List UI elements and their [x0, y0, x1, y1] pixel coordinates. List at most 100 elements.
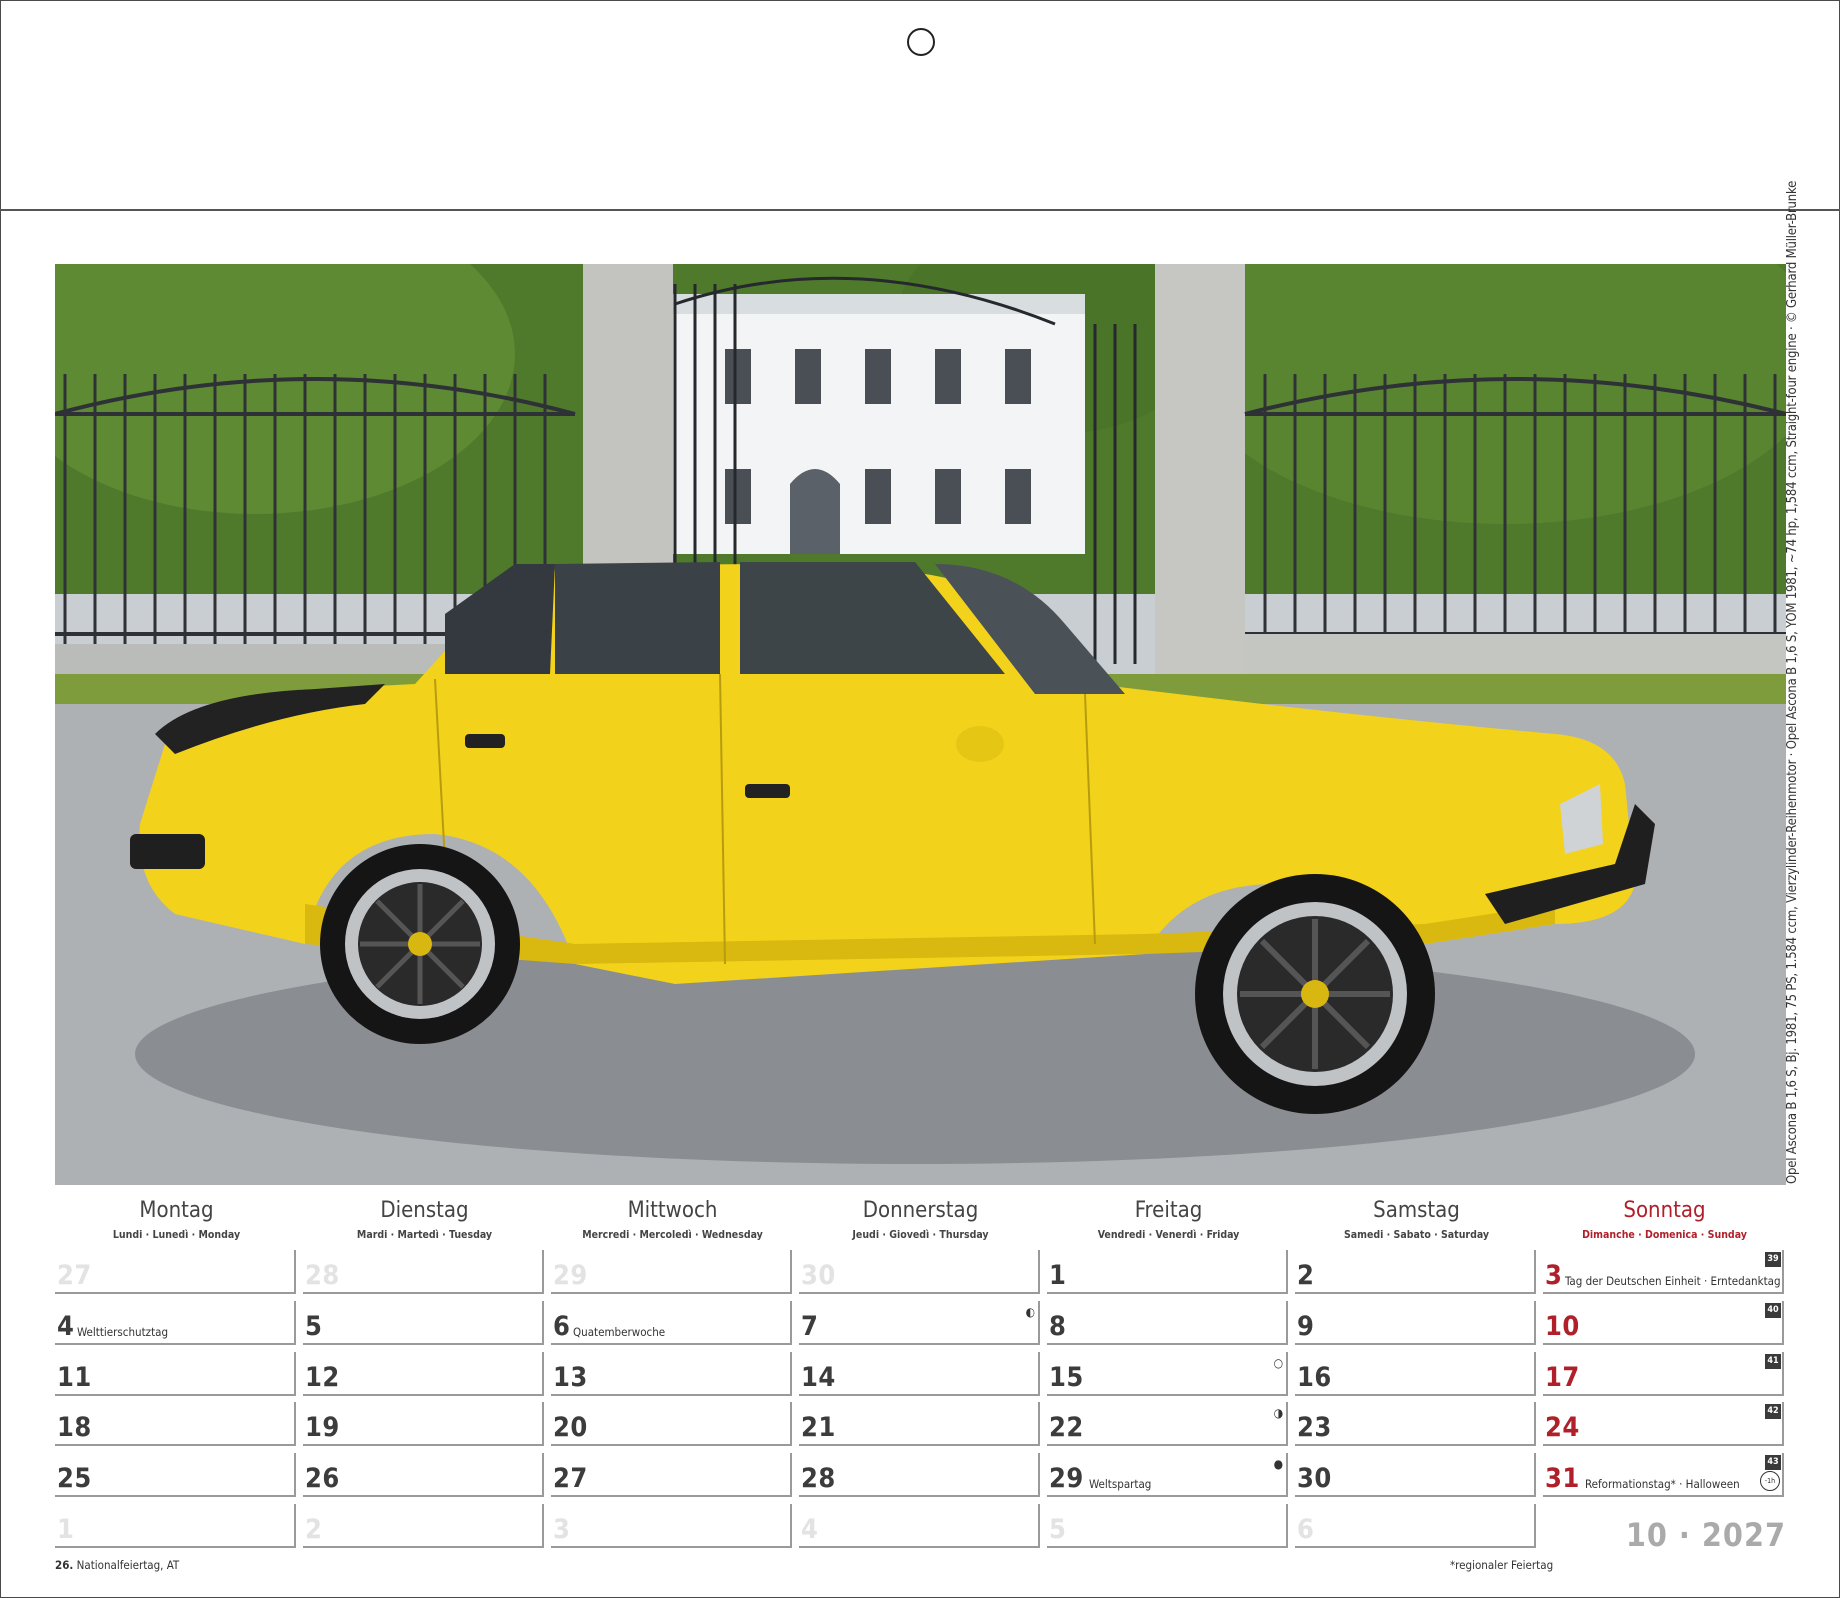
moon-phase-icon: ●	[1273, 1457, 1283, 1471]
day-cell: 1	[55, 1504, 296, 1548]
day-name: Samstag	[1373, 1198, 1460, 1223]
week-number-badge: 42	[1765, 1404, 1781, 1419]
day-name: Freitag	[1134, 1198, 1203, 1223]
day-name-translations: Mardi · Martedì · Tuesday	[356, 1229, 493, 1241]
day-number: 1	[57, 1514, 75, 1545]
day-number: 10	[1545, 1311, 1580, 1342]
dayhead-0: Montag Lundi · Lunedì · Monday	[55, 1190, 298, 1241]
day-name-translations: Dimanche · Domenica · Sunday	[1582, 1229, 1747, 1241]
day-name: Montag	[139, 1198, 214, 1223]
day-cell: 2	[303, 1504, 544, 1548]
day-cell: 17 41	[1543, 1352, 1784, 1396]
dayhead-6: Sonntag Dimanche · Domenica · Sunday	[1543, 1190, 1786, 1241]
day-number: 4	[57, 1311, 75, 1342]
day-number: 6	[1297, 1514, 1315, 1545]
day-number: 23	[1297, 1412, 1332, 1443]
day-cell: 22 ◑	[1047, 1402, 1288, 1446]
day-cell: 21	[799, 1402, 1040, 1446]
day-name: Sonntag	[1623, 1198, 1706, 1223]
day-number: 16	[1297, 1362, 1332, 1393]
day-cell: 15 ○	[1047, 1352, 1288, 1396]
day-cell: 10 40	[1543, 1301, 1784, 1345]
day-number: 8	[1049, 1311, 1067, 1342]
day-number: 26	[305, 1463, 340, 1494]
day-cell: 6 Quatemberwoche	[551, 1301, 792, 1345]
month-year: 10 · 2027	[1625, 1516, 1786, 1554]
day-cell: 28	[799, 1453, 1040, 1497]
day-cell: 3 Tag der Deutschen Einheit · Erntedankta…	[1543, 1250, 1784, 1294]
day-number: 25	[57, 1463, 92, 1494]
day-cell: 11	[55, 1352, 296, 1396]
day-cell: 1	[1047, 1250, 1288, 1294]
clock-change-icon: -1h	[1760, 1471, 1780, 1491]
day-number: 27	[553, 1463, 588, 1494]
day-cell: 5	[1047, 1504, 1288, 1548]
day-number: 9	[1297, 1311, 1315, 1342]
day-number: 5	[1049, 1514, 1067, 1545]
day-cell: 29 Weltspartag ●	[1047, 1453, 1288, 1497]
day-number: 5	[305, 1311, 323, 1342]
day-cell: 30	[1295, 1453, 1536, 1497]
day-number: 20	[553, 1412, 588, 1443]
day-cell: 26	[303, 1453, 544, 1497]
day-number: 14	[801, 1362, 836, 1393]
day-note: Weltspartag	[1089, 1477, 1152, 1491]
dayhead-5: Samstag Samedi · Sabato · Saturday	[1295, 1190, 1538, 1241]
day-cell: 5	[303, 1301, 544, 1345]
day-name: Mittwoch	[627, 1198, 718, 1223]
moon-phase-icon: ◑	[1273, 1406, 1283, 1420]
day-number: 6	[553, 1311, 571, 1342]
day-cell: 14	[799, 1352, 1040, 1396]
day-name-translations: Jeudi · Giovedì · Thursday	[852, 1229, 989, 1241]
day-number: 7	[801, 1311, 819, 1342]
day-number: 4	[801, 1514, 819, 1545]
day-number: 19	[305, 1412, 340, 1443]
day-number: 2	[305, 1514, 323, 1545]
day-cell: 12	[303, 1352, 544, 1396]
week-number-badge: 43	[1765, 1455, 1781, 1470]
day-name: Dienstag	[380, 1198, 469, 1223]
footnote-holiday-text: Nationalfeiertag, AT	[73, 1558, 180, 1572]
day-number: 29	[1049, 1463, 1084, 1494]
day-cell: 18	[55, 1402, 296, 1446]
hanger-hole	[907, 28, 935, 56]
day-name: Donnerstag	[862, 1198, 979, 1223]
day-number: 15	[1049, 1362, 1084, 1393]
moon-phase-icon: ○	[1273, 1356, 1283, 1370]
car-photo	[55, 264, 1786, 1185]
day-cell: 27	[551, 1453, 792, 1497]
day-cell: 8	[1047, 1301, 1288, 1345]
day-cell: 7 ◐	[799, 1301, 1040, 1345]
day-cell: 23	[1295, 1402, 1536, 1446]
day-number: 29	[553, 1260, 588, 1291]
day-number: 17	[1545, 1362, 1580, 1393]
day-name-translations: Mercredi · Mercoledì · Wednesday	[582, 1229, 763, 1241]
day-number: 2	[1297, 1260, 1315, 1291]
day-name-translations: Samedi · Sabato · Saturday	[1343, 1229, 1490, 1241]
day-cell: 27	[55, 1250, 296, 1294]
day-cell: 4	[799, 1504, 1040, 1548]
day-cell: 9	[1295, 1301, 1536, 1345]
photo-credit: Opel Ascona B 1,6 S, Bj. 1981, 75 PS, 1.…	[1785, 180, 1800, 1184]
day-cell: 4 Welttierschutztag	[55, 1301, 296, 1345]
footnote-regional: *regionaler Feiertag	[1450, 1558, 1554, 1572]
week-number-badge: 39	[1765, 1252, 1781, 1267]
day-note: Tag der Deutschen Einheit · Erntedanktag	[1565, 1274, 1781, 1288]
day-cell: 2	[1295, 1250, 1536, 1294]
day-number: 30	[1297, 1463, 1332, 1494]
day-cell: 24 42	[1543, 1402, 1784, 1446]
day-number: 28	[305, 1260, 340, 1291]
day-cell: 19	[303, 1402, 544, 1446]
day-number: 1	[1049, 1260, 1067, 1291]
day-note: Welttierschutztag	[77, 1325, 169, 1339]
day-number: 22	[1049, 1412, 1084, 1443]
day-cell: 6	[1295, 1504, 1536, 1548]
day-number: 13	[553, 1362, 588, 1393]
day-number: 31	[1545, 1463, 1580, 1494]
day-name-translations: Lundi · Lunedì · Monday	[112, 1229, 241, 1241]
day-cell: 16	[1295, 1352, 1536, 1396]
day-number: 12	[305, 1362, 340, 1393]
dayhead-1: Dienstag Mardi · Martedì · Tuesday	[303, 1190, 546, 1241]
dayhead-4: Freitag Vendredi · Venerdì · Friday	[1047, 1190, 1290, 1241]
day-name-translations: Vendredi · Venerdì · Friday	[1097, 1229, 1240, 1241]
